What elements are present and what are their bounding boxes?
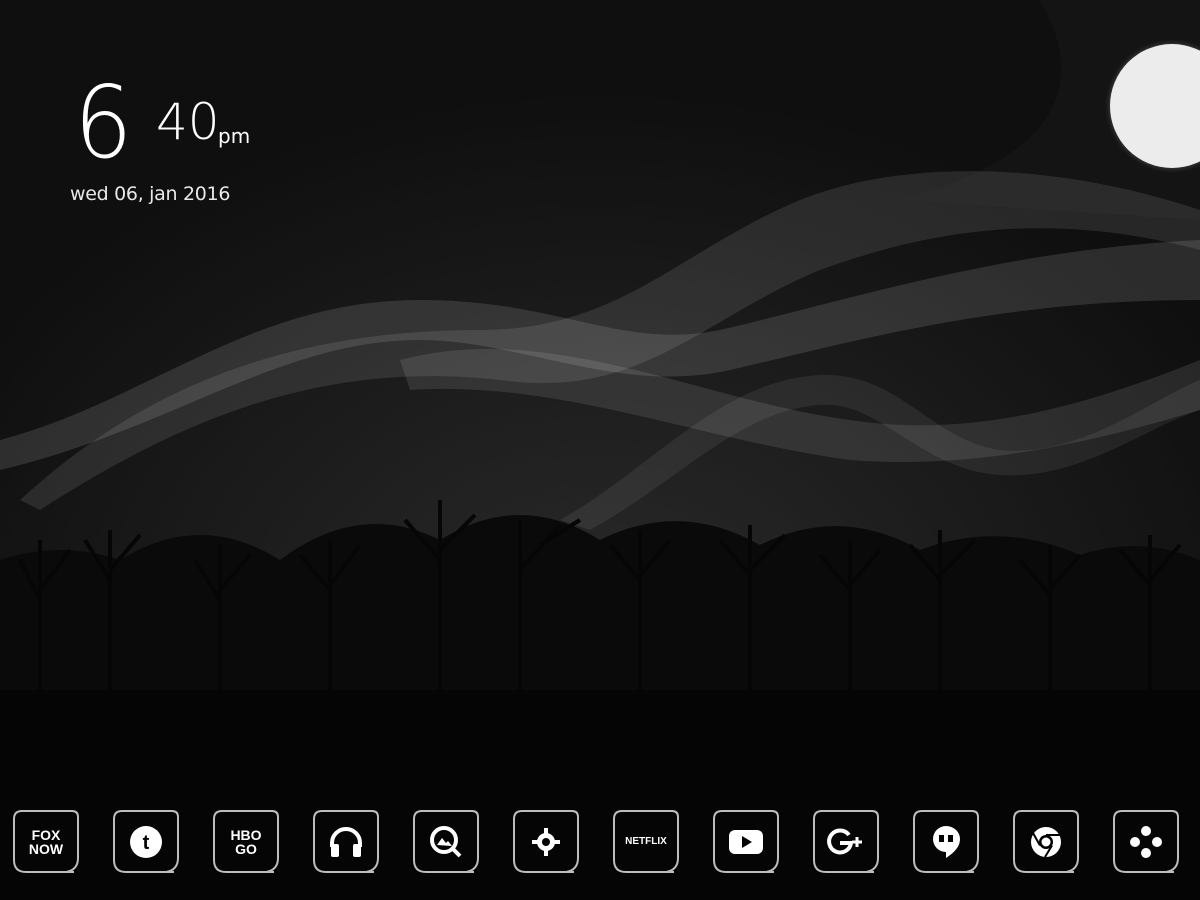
svg-text:t: t xyxy=(143,832,150,854)
google-plus-icon xyxy=(827,828,862,855)
app-settings[interactable] xyxy=(510,808,582,876)
app-chrome[interactable] xyxy=(1010,808,1082,876)
app-netflix[interactable]: NETFLIX xyxy=(610,808,682,876)
app-hbo-go[interactable]: HBO GO xyxy=(210,808,282,876)
app-google-plus[interactable] xyxy=(810,808,882,876)
clock-date: wed 06, jan 2016 xyxy=(70,183,231,205)
app-music[interactable] xyxy=(310,808,382,876)
clock-hour: 6 xyxy=(74,64,133,181)
clock-ampm: pm xyxy=(218,124,251,148)
gear-icon xyxy=(532,828,560,856)
fox-now-icon: FOX NOW xyxy=(29,828,63,856)
app-fox-now[interactable]: FOX NOW xyxy=(10,808,82,876)
clock-minute: 40 xyxy=(156,93,220,151)
app-games[interactable] xyxy=(1110,808,1182,876)
gallery-search-icon xyxy=(430,826,462,858)
chrome-icon xyxy=(1031,827,1061,858)
hangouts-icon xyxy=(933,826,960,858)
headphones-icon xyxy=(330,827,362,857)
app-tumblr[interactable]: t xyxy=(110,808,182,876)
netflix-label: NETFLIX xyxy=(625,836,667,847)
netflix-icon: NETFLIX xyxy=(625,837,667,847)
app-hangouts[interactable] xyxy=(910,808,982,876)
hbo-go-label-line2: GO xyxy=(235,841,257,857)
home-screen: 6 40 pm wed 06, jan 2016 FOX NOW t HBO G… xyxy=(0,0,1200,900)
hbo-go-icon: HBO GO xyxy=(230,828,261,856)
app-gallery[interactable] xyxy=(410,808,482,876)
fox-now-label-line1: FOX xyxy=(31,827,61,843)
youtube-icon xyxy=(729,830,763,854)
tumblr-icon: t xyxy=(130,826,162,858)
hbo-go-label-line1: HBO xyxy=(230,827,262,843)
app-youtube[interactable] xyxy=(710,808,782,876)
fox-now-label-line2: NOW xyxy=(28,841,64,857)
gamepad-icon xyxy=(1130,826,1162,858)
app-dock: FOX NOW t HBO GO NETFLIX xyxy=(0,808,1200,880)
